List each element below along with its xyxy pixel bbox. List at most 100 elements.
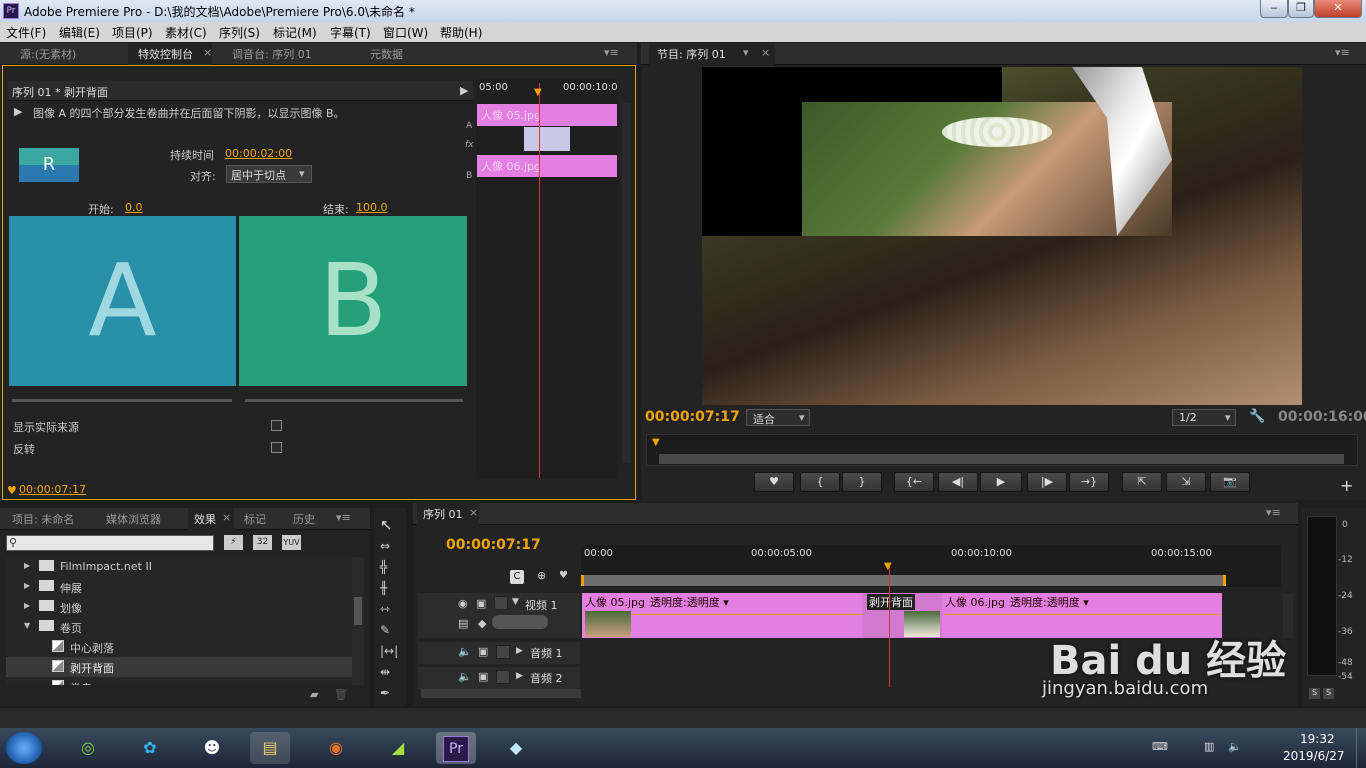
slide-tool-icon[interactable]: ⇹ [380, 665, 390, 679]
razor-tool-icon[interactable]: ✎ [380, 623, 390, 637]
panel-menu-icon[interactable]: ▾≡ [1266, 506, 1281, 519]
add-button-icon[interactable]: + [1340, 476, 1353, 495]
go-to-in-button[interactable]: {← [894, 472, 934, 492]
minimize-button[interactable]: ‒ [1260, 0, 1288, 18]
program-video-frame[interactable] [702, 67, 1302, 405]
duration-value[interactable]: 00:00:02:00 [225, 147, 292, 160]
menu-sequence[interactable]: 序列(S) [219, 24, 260, 41]
effect-scrollbar[interactable] [622, 103, 630, 463]
step-back-button[interactable]: ◀| [938, 472, 978, 492]
firefox-icon[interactable]: ◉ [316, 732, 356, 764]
clock-date[interactable]: 2019/6/27 [1283, 749, 1345, 763]
playhead-marker-icon[interactable]: ▼ [884, 561, 892, 572]
close-icon[interactable]: × [203, 46, 212, 59]
effect-timecode[interactable]: 00:00:07:17 [19, 483, 86, 496]
accelerated-effects-icon[interactable]: ⚡ [224, 535, 243, 550]
eye-icon[interactable]: ◉ [458, 597, 468, 610]
menu-edit[interactable]: 编辑(E) [59, 24, 100, 41]
quality-dropdown[interactable]: 1/2 ▾ [1172, 409, 1236, 426]
wrench-icon[interactable]: 🔧 [1249, 409, 1265, 424]
end-slider[interactable] [245, 399, 463, 402]
extract-button[interactable]: ⇲ [1166, 472, 1206, 492]
video-app-icon[interactable]: ◢ [378, 732, 418, 764]
mark-out-button[interactable]: } [842, 472, 882, 492]
film-icon[interactable]: ▣ [478, 645, 488, 658]
tree-item[interactable]: ▶ 划像 [6, 597, 352, 617]
expand-triangle-icon[interactable]: ▶ [14, 105, 22, 118]
ripple-edit-tool-icon[interactable]: ╬ [380, 560, 387, 574]
tab-effects[interactable]: 效果 [194, 511, 216, 527]
mini-playhead[interactable] [539, 83, 540, 478]
reverse-checkbox[interactable] [271, 442, 282, 453]
program-scrub-bar[interactable]: ▼ [646, 434, 1358, 466]
mini-clip-a[interactable]: 人像 05.jpg [477, 104, 617, 126]
tree-item[interactable]: 卷走 [6, 677, 352, 685]
mini-transition-block[interactable] [524, 127, 570, 151]
time-ruler[interactable]: 00:00 00:00:05:00 00:00:10:00 00:00:15:0… [581, 545, 1281, 587]
selection-tool-icon[interactable]: ↖ [380, 516, 393, 534]
tab-effect-controls[interactable]: 特效控制台 [138, 46, 193, 62]
lock-toggle[interactable] [496, 670, 510, 684]
lock-toggle[interactable] [494, 596, 508, 610]
menu-marker[interactable]: 标记(M) [273, 24, 317, 41]
transition-clip[interactable]: 剥开背面 [862, 593, 942, 638]
step-forward-button[interactable]: |▶ [1027, 472, 1067, 492]
menu-file[interactable]: 文件(F) [6, 24, 46, 41]
volume-icon[interactable]: 🔈 [1228, 740, 1242, 753]
tab-history[interactable]: 历史 [293, 511, 315, 527]
effects-search-input[interactable]: ⚲ [6, 535, 214, 551]
expand-triangle-icon[interactable]: ▶ [516, 671, 523, 681]
solo-left-button[interactable]: S [1309, 688, 1320, 699]
panel-menu-icon[interactable]: ▾≡ [336, 511, 351, 524]
tab-project[interactable]: 项目: 未命名 [12, 511, 74, 527]
tree-item[interactable]: 中心剥落 [6, 637, 352, 657]
mark-in-button[interactable]: { [800, 472, 840, 492]
tab-metadata[interactable]: 元数据 [370, 46, 403, 62]
close-icon[interactable]: × [761, 46, 770, 59]
effects-scrollbar[interactable] [352, 557, 364, 685]
tab-media-browser[interactable]: 媒体浏览器 [106, 511, 161, 527]
align-dropdown[interactable]: 居中于切点 ▾ [226, 165, 312, 183]
end-value[interactable]: 100.0 [356, 201, 388, 214]
premiere-taskbar-icon[interactable]: Pr [436, 732, 476, 764]
keyframe-icon[interactable]: ◆ [478, 617, 486, 630]
clock-time[interactable]: 19:32 [1300, 732, 1335, 746]
timeline-timecode[interactable]: 00:00:07:17 [446, 537, 541, 553]
trash-icon[interactable]: 🗑 [334, 688, 348, 701]
menu-clip[interactable]: 素材(C) [165, 24, 207, 41]
panel-menu-icon[interactable]: ▾≡ [1335, 46, 1350, 59]
chevron-down-icon[interactable]: ▾ [743, 46, 749, 59]
yuv-badge[interactable]: YUV [282, 535, 301, 550]
film-icon[interactable]: ▣ [476, 597, 486, 610]
network-icon[interactable]: ▥ [1204, 740, 1214, 753]
tab-audio-mixer[interactable]: 调音台: 序列 01 [232, 46, 312, 62]
menu-project[interactable]: 项目(P) [112, 24, 153, 41]
transition-thumbnail[interactable]: R [19, 148, 79, 182]
display-style-icon[interactable]: ▤ [458, 617, 468, 630]
app-icon[interactable]: ◆ [496, 732, 536, 764]
lock-toggle[interactable] [496, 645, 510, 659]
keyframe-nav[interactable] [492, 615, 548, 629]
qq-penguin-icon[interactable]: ☻ [192, 732, 232, 764]
rate-stretch-tool-icon[interactable]: ⇿ [380, 602, 390, 616]
video-clip-1[interactable]: 人像 05.jpg 透明度:透明度 ▾ [582, 593, 862, 638]
start-value[interactable]: 0.0 [125, 201, 143, 214]
pen-tool-icon[interactable]: ✒ [380, 686, 390, 700]
add-marker-button[interactable]: ♥ [754, 472, 794, 492]
show-source-checkbox[interactable] [271, 420, 282, 431]
file-explorer-icon[interactable]: ▤ [250, 732, 290, 764]
menu-window[interactable]: 窗口(W) [383, 24, 428, 41]
film-icon[interactable]: ▣ [478, 670, 488, 683]
set-marker-icon[interactable]: ⊕ [537, 569, 546, 582]
timeline-playhead[interactable] [889, 565, 890, 687]
track-header-scrollbar[interactable] [421, 689, 581, 698]
tab-markers[interactable]: 标记 [244, 511, 266, 527]
add-marker-icon[interactable]: ♥ [559, 570, 568, 581]
close-button[interactable]: ✕ [1314, 0, 1362, 18]
tab-sequence-01[interactable]: 序列 01 [423, 506, 463, 522]
start-slider[interactable] [12, 399, 232, 402]
lift-button[interactable]: ⇱ [1122, 472, 1162, 492]
media-player-icon[interactable]: ✿ [130, 732, 170, 764]
play-transition-icon[interactable]: ▶ [460, 84, 468, 97]
playhead-marker-icon[interactable]: ▼ [534, 87, 542, 98]
